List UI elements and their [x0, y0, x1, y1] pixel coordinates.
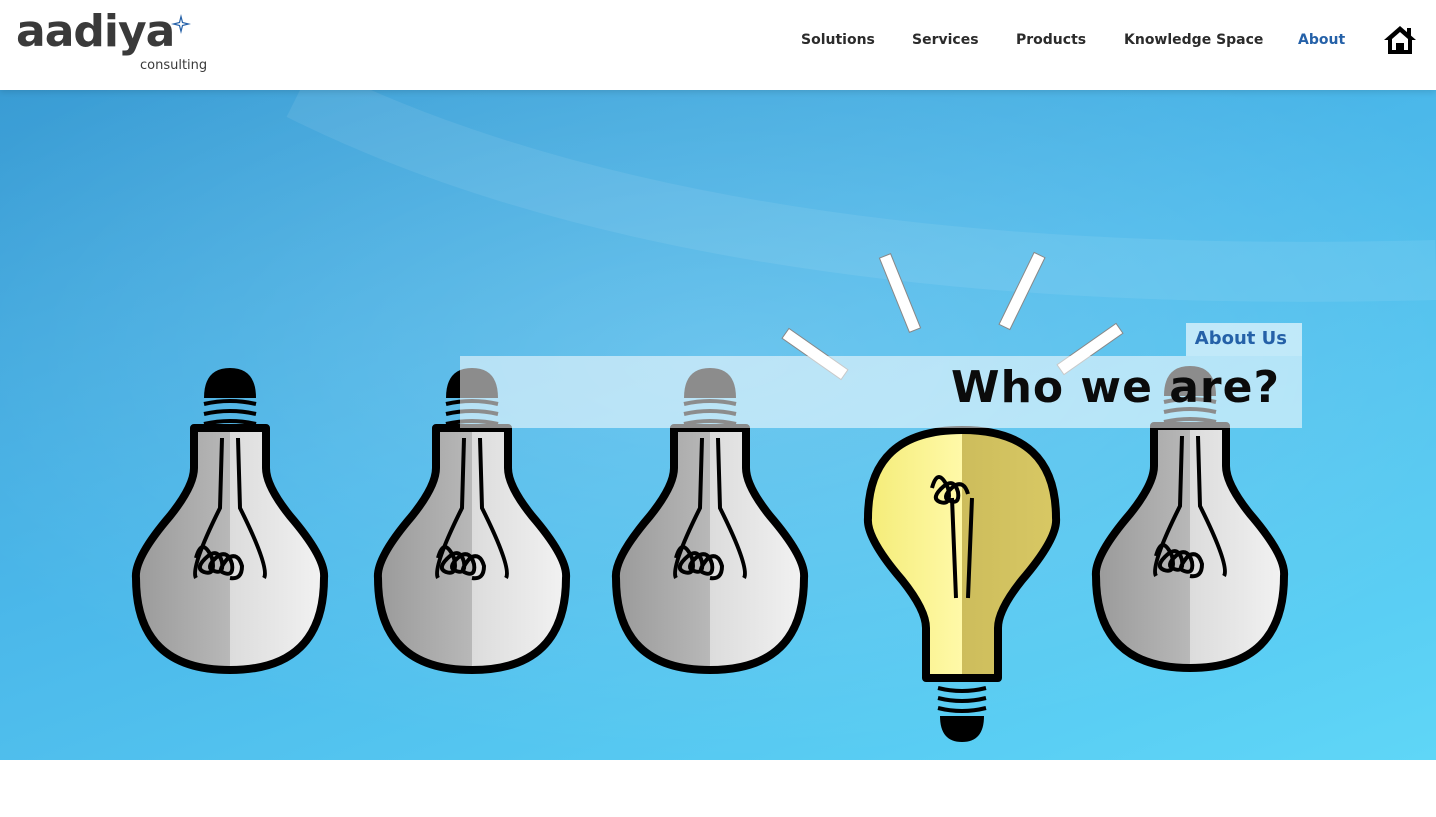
nav-services[interactable]: Services — [912, 32, 979, 48]
hero-title: Who we are? — [951, 362, 1280, 413]
nav-knowledge-space[interactable]: Knowledge Space — [1124, 32, 1263, 48]
sparkle-icon — [171, 14, 191, 34]
main-nav: Solutions Services Products Knowledge Sp… — [0, 32, 1436, 54]
site-header: aadiya consulting Solutions Services Pro… — [0, 0, 1436, 90]
brand-subtitle: consulting — [140, 58, 208, 73]
nav-products[interactable]: Products — [1016, 32, 1086, 48]
hero-title-band: Who we are? — [460, 356, 1302, 428]
section-tag-label: About Us — [1194, 328, 1287, 349]
hero-banner: About Us Who we are? — [0, 90, 1436, 760]
section-tag: About Us — [1186, 323, 1302, 356]
nav-about[interactable]: About — [1298, 32, 1345, 48]
home-icon[interactable] — [1383, 24, 1417, 56]
nav-solutions[interactable]: Solutions — [801, 32, 875, 48]
